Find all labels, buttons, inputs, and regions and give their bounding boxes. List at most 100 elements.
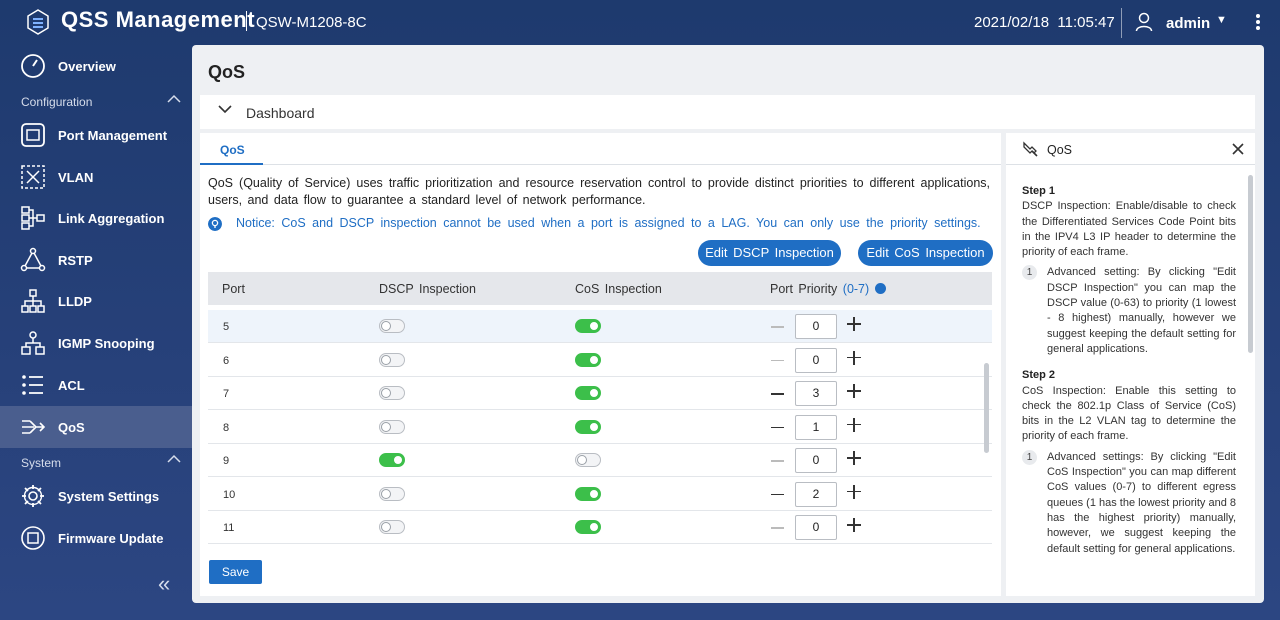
user-icon[interactable] [1135,12,1153,32]
wrench-icon [1023,141,1038,157]
decrement-priority-icon[interactable] [771,426,784,428]
cos-toggle[interactable] [575,319,601,333]
increment-priority-icon[interactable] [847,484,861,499]
dscp-toggle[interactable] [379,319,405,333]
step2-advanced: 1 Advanced settings: By clicking "Edit C… [1022,449,1236,557]
section-configuration: Configuration [21,95,93,109]
toggle-knob [589,354,599,365]
dscp-toggle[interactable] [379,352,405,367]
decrement-priority-icon[interactable] [771,460,784,462]
close-icon[interactable] [1232,143,1244,155]
sidebar-item-link-aggregation[interactable]: Link Aggregation [0,198,192,238]
priority-input[interactable]: 1 [795,414,837,440]
collapse-sidebar-icon[interactable]: « [158,571,170,597]
sidebar-item-igmp-snooping[interactable]: IGMP Snooping [0,323,192,363]
sidebar-item-label: System Settings [58,488,160,504]
cos-toggle[interactable] [575,352,601,367]
decrement-priority-icon[interactable] [771,527,784,529]
dscp-toggle[interactable] [379,453,405,467]
help-scrollbar[interactable] [1248,175,1253,353]
priority-input[interactable]: 0 [795,347,837,373]
increment-priority-icon[interactable] [847,518,861,532]
priority-range: (0-7) [842,282,870,296]
sidebar-item-qos[interactable]: QoS [0,406,192,448]
toggle-knob [577,455,587,465]
priority-input[interactable]: 0 [795,314,837,339]
port-number: 9 [223,455,230,467]
cos-toggle[interactable] [575,486,601,501]
step-number-badge: 1 [1022,449,1037,465]
help-panel: QoS Step 1 DSCP Inspection: Enable/disab… [1006,133,1255,596]
increment-priority-icon[interactable] [847,350,861,365]
dscp-toggle[interactable] [379,486,405,501]
sidebar-item-vlan[interactable]: VLAN [0,157,192,197]
dashboard-label: Dashboard [246,105,315,121]
user-menu[interactable]: admin [1166,15,1210,32]
increment-priority-icon[interactable] [847,451,861,465]
sidebar-item-label: Link Aggregation [58,210,165,226]
toggle-knob [381,522,391,532]
sidebar-item-acl[interactable]: ACL [0,365,192,405]
dscp-toggle[interactable] [379,386,405,400]
edit-dscp-inspection-button[interactable]: Edit DSCP Inspection [698,240,841,266]
table-scrollbar[interactable] [984,363,989,453]
tab-qos[interactable]: QoS [200,133,263,165]
port-number: 5 [223,321,230,333]
info-icon[interactable] [875,283,887,294]
priority-input[interactable]: 2 [795,481,837,507]
caret-down-icon[interactable]: ▼ [1216,14,1227,26]
title-separator [246,11,247,31]
sidebar-item-port-management[interactable]: Port Management [0,115,192,155]
gear-icon [22,485,44,507]
column-header-priority: Port Priority (0-7) [770,282,887,296]
cos-toggle[interactable] [575,520,601,534]
cos-toggle[interactable] [575,386,601,400]
app-title: QSS Management [61,7,256,32]
table-row: 60 [208,344,992,377]
increment-priority-icon[interactable] [847,384,861,398]
decrement-priority-icon[interactable] [771,359,784,361]
cos-toggle[interactable] [575,453,601,467]
chevron-up-icon[interactable] [167,454,181,464]
priority-input[interactable]: 0 [795,515,837,540]
column-header-cos: CoS Inspection [575,282,662,296]
step1-advanced: 1 Advanced setting: By clicking "Edit DS… [1022,265,1236,357]
table-row: 73 [208,377,992,410]
dscp-toggle[interactable] [379,419,405,434]
chevron-up-icon[interactable] [167,94,181,104]
column-header-port: Port [222,282,245,296]
increment-priority-icon[interactable] [847,317,861,331]
toggle-knob [589,488,599,499]
dashboard-collapsible[interactable]: Dashboard [200,95,1255,129]
device-name: QSW-M1208-8C [256,14,367,31]
header-divider [1121,8,1122,38]
edit-cos-inspection-button[interactable]: Edit CoS Inspection [858,240,993,266]
priority-input[interactable]: 3 [795,381,837,406]
qos-content: QoS QoS (Quality of Service) uses traffi… [200,133,1001,596]
qos-icon [22,420,46,434]
sidebar-item-lldp[interactable]: LLDP [0,281,192,321]
save-button[interactable]: Save [209,560,262,584]
decrement-priority-icon[interactable] [771,393,784,395]
link-aggregation-icon [21,206,45,230]
more-options-icon[interactable] [1256,14,1262,32]
cos-toggle[interactable] [575,419,601,434]
chevron-down-icon[interactable] [218,104,232,114]
decrement-priority-icon[interactable] [771,326,784,328]
step2-heading: Step 2 [1022,369,1056,382]
help-title: QoS [1047,143,1073,157]
notice-icon [208,217,222,231]
sidebar-item-rstp[interactable]: RSTP [0,240,192,280]
toggle-knob [589,421,599,432]
port-management-icon [21,123,45,147]
sidebar-item-system-settings[interactable]: System Settings [0,476,192,516]
table-row: 11 0 [208,511,992,544]
priority-input[interactable]: 0 [795,448,837,473]
toggle-knob [381,488,391,499]
sidebar-item-firmware-update[interactable]: Firmware Update [0,518,192,558]
sidebar-item-overview[interactable]: Overview [0,46,192,86]
overview-icon [21,54,45,78]
dscp-toggle[interactable] [379,520,405,534]
decrement-priority-icon[interactable] [771,493,784,495]
increment-priority-icon[interactable] [847,417,861,432]
